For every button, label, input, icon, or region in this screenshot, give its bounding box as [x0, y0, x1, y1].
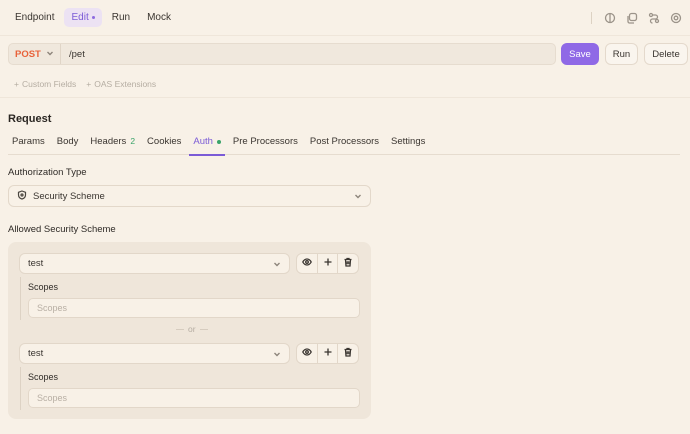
view-button[interactable]	[297, 344, 318, 363]
tab-label: Mock	[147, 12, 171, 23]
tab-label: Auth	[193, 136, 213, 147]
or-divider: or	[176, 324, 208, 334]
tab-run[interactable]: Run	[105, 8, 137, 27]
unsaved-dot	[91, 16, 95, 19]
top-bar: Endpoint Edit Run Mock	[0, 0, 690, 36]
scopes-input[interactable]: Scopes	[28, 298, 360, 318]
link-label: Custom Fields	[21, 79, 77, 89]
tab-label: Pre Processors	[232, 136, 298, 147]
delete-scheme-button[interactable]	[338, 344, 358, 363]
trash-icon	[343, 257, 353, 270]
save-button[interactable]: Save	[561, 43, 599, 65]
scheme-actions	[296, 343, 359, 364]
tab-label: Run	[111, 12, 131, 23]
section-title: Request	[8, 113, 52, 125]
tab-label: Endpoint	[15, 12, 55, 23]
method-select[interactable]: POST	[9, 44, 61, 64]
tab-label: Headers	[90, 136, 127, 147]
allowed-scheme-label: Allowed Security Scheme	[8, 224, 116, 235]
scopes-group	[20, 277, 21, 320]
delete-scheme-button[interactable]	[338, 254, 358, 273]
tab-label: Settings	[391, 136, 426, 147]
eye-icon	[301, 257, 312, 270]
top-icons	[591, 11, 682, 24]
tab-label: Cookies	[147, 136, 182, 147]
divider	[0, 97, 690, 98]
tab-auth[interactable]: Auth	[189, 131, 225, 156]
count-badge: 2	[130, 136, 136, 146]
request-url-row: POST /pet Save Run Delete	[8, 43, 690, 65]
security-scheme-panel: test Scopes Scopes or test Scopes Scopes	[8, 242, 371, 419]
scheme-select[interactable]: test	[19, 253, 290, 274]
share-icon[interactable]	[647, 11, 660, 24]
plus-icon: +	[86, 79, 92, 89]
settings-icon[interactable]	[669, 11, 682, 24]
divider-line	[176, 328, 184, 330]
tab-label: Edit	[71, 12, 89, 23]
custom-fields-link[interactable]: + Custom Fields	[14, 79, 76, 89]
tab-params[interactable]: Params	[8, 131, 49, 155]
copy-icon[interactable]	[625, 11, 638, 24]
status-dot	[216, 140, 221, 144]
chevron-down-icon	[273, 350, 281, 361]
divider	[591, 11, 592, 24]
scheme-actions	[296, 253, 359, 274]
tab-cookies[interactable]: Cookies	[143, 131, 185, 155]
auth-type-select[interactable]: Security Scheme	[8, 185, 371, 207]
method-label: POST	[15, 48, 41, 60]
tab-mock[interactable]: Mock	[140, 8, 178, 27]
path-input[interactable]: /pet	[61, 49, 85, 60]
plus-icon	[323, 347, 333, 360]
chevron-down-icon	[46, 49, 54, 60]
tab-settings[interactable]: Settings	[387, 131, 429, 155]
add-button[interactable]	[318, 254, 339, 273]
auth-type-label: Authorization Type	[8, 167, 87, 178]
select-value: test	[28, 348, 44, 359]
scopes-label: Scopes	[28, 282, 59, 292]
tab-edit[interactable]: Edit	[64, 8, 102, 27]
shield-icon	[17, 189, 33, 203]
tab-label: Params	[12, 136, 45, 147]
divider-line	[199, 328, 208, 330]
tab-endpoint[interactable]: Endpoint	[8, 8, 61, 27]
run-button[interactable]: Run	[605, 43, 638, 65]
view-button[interactable]	[297, 254, 318, 273]
select-value: test	[28, 258, 44, 269]
tab-headers[interactable]: Headers 2	[86, 131, 139, 155]
link-label: OAS Extensions	[94, 79, 157, 89]
or-label: or	[188, 324, 196, 334]
chevron-down-icon	[354, 192, 362, 203]
chevron-down-icon	[273, 260, 281, 271]
delete-button[interactable]: Delete	[644, 43, 688, 65]
plus-icon: +	[14, 79, 19, 89]
extension-links: + Custom Fields + OAS Extensions	[14, 79, 156, 89]
add-button[interactable]	[318, 344, 339, 363]
oas-extensions-link[interactable]: + OAS Extensions	[86, 79, 156, 89]
tab-body[interactable]: Body	[53, 131, 83, 155]
tab-label: Body	[56, 136, 79, 147]
tab-pre-processors[interactable]: Pre Processors	[229, 131, 302, 155]
request-tabs: Params Body Headers 2 Cookies Auth Pre Pr…	[8, 131, 680, 156]
scheme-select[interactable]: test	[19, 343, 290, 364]
scopes-group	[20, 367, 21, 410]
scopes-label: Scopes	[28, 372, 59, 382]
tab-label: Post Processors	[309, 136, 380, 147]
tab-post-processors[interactable]: Post Processors	[306, 131, 383, 155]
scopes-input[interactable]: Scopes	[28, 388, 360, 408]
theme-icon[interactable]	[603, 11, 616, 24]
eye-icon	[301, 347, 312, 360]
trash-icon	[343, 347, 353, 360]
select-value: Security Scheme	[33, 190, 105, 202]
plus-icon	[323, 257, 333, 270]
url-box: POST /pet	[8, 43, 556, 65]
